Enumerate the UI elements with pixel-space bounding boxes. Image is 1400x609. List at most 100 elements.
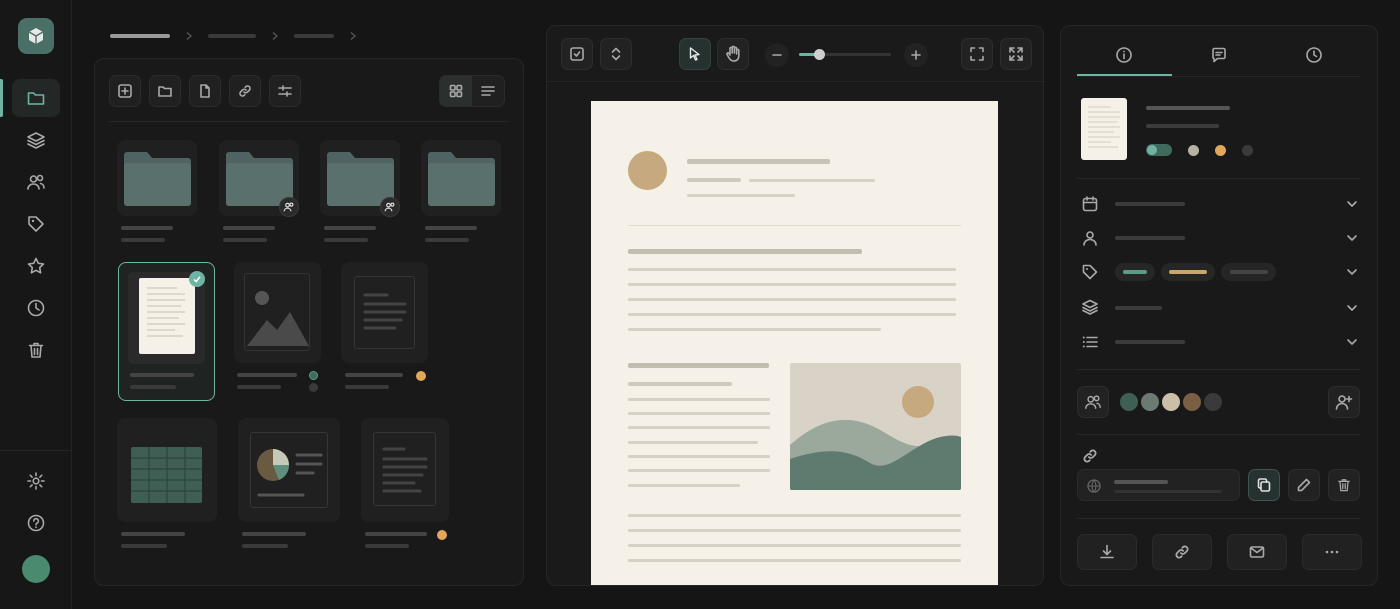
avatar[interactable] — [22, 555, 50, 583]
document-avatar — [628, 151, 667, 190]
chevron-down-icon[interactable] — [1345, 265, 1359, 279]
chevron-down-icon[interactable] — [1345, 335, 1359, 349]
collaborator-avatar[interactable] — [1139, 391, 1161, 413]
file-meta — [237, 385, 281, 389]
sidebar-item-starred[interactable] — [12, 247, 60, 285]
color-swatch[interactable] — [1188, 145, 1199, 156]
link-button[interactable] — [229, 75, 261, 107]
sidebar-item-settings[interactable] — [12, 462, 60, 500]
sliders-icon — [278, 85, 292, 97]
tag-pill-tan[interactable] — [1161, 263, 1215, 281]
file-tile[interactable] — [238, 418, 340, 522]
file-tile[interactable] — [361, 418, 449, 522]
chevron-down-icon[interactable] — [1345, 301, 1359, 315]
pan-tool-button[interactable] — [717, 38, 749, 70]
color-swatch[interactable] — [1242, 145, 1253, 156]
collection-property — [1115, 306, 1162, 310]
download-button[interactable] — [1077, 534, 1137, 570]
folder-meta — [223, 238, 267, 242]
collaborator-avatar[interactable] — [1181, 391, 1203, 413]
spreadsheet-thumbnail — [131, 447, 202, 503]
folder-tile[interactable] — [219, 140, 299, 217]
add-collaborator-button[interactable] — [1328, 386, 1360, 418]
download-icon — [1100, 544, 1114, 559]
sidebar-item-files[interactable] — [12, 79, 60, 117]
sidebar-item-help[interactable] — [12, 504, 60, 542]
sidebar-item-tags[interactable] — [12, 205, 60, 243]
tab-comments[interactable] — [1172, 36, 1267, 76]
document-thumbnail — [139, 278, 195, 354]
share-link-button[interactable] — [1152, 534, 1212, 570]
list-view-button[interactable] — [472, 76, 504, 106]
fit-page-button[interactable] — [561, 38, 593, 70]
breadcrumb-item-level-2[interactable] — [208, 34, 256, 38]
sidebar-item-layers[interactable] — [12, 121, 60, 159]
sidebar-item-trash[interactable] — [12, 331, 60, 369]
collaborators-button[interactable] — [1077, 386, 1109, 418]
file-tile[interactable] — [117, 418, 217, 522]
toolbar-divider — [109, 121, 509, 122]
tag-pill-green[interactable] — [1115, 263, 1155, 281]
document-subtitle-line — [687, 194, 795, 197]
folder-tile[interactable] — [421, 140, 501, 216]
document-page[interactable] — [591, 101, 998, 585]
tab-history[interactable] — [1266, 36, 1361, 76]
fullscreen-button[interactable] — [1000, 38, 1032, 70]
breadcrumb-item-root[interactable] — [110, 34, 170, 38]
zoom-slider[interactable] — [799, 49, 891, 60]
globe-icon — [1087, 479, 1101, 493]
sidebar-item-people[interactable] — [12, 163, 60, 201]
file-name — [345, 373, 403, 377]
file-tile[interactable] — [341, 262, 428, 363]
folder-tile[interactable] — [320, 140, 400, 217]
status-toggle[interactable] — [1146, 144, 1172, 156]
document-text-line — [628, 382, 732, 386]
cube-logo-icon[interactable] — [18, 18, 54, 54]
tag-pill-gray[interactable] — [1221, 263, 1276, 281]
delete-link-button[interactable] — [1328, 469, 1360, 501]
document-title-line — [687, 159, 830, 164]
new-folder-button[interactable] — [149, 75, 181, 107]
email-button[interactable] — [1227, 534, 1287, 570]
trash-icon — [1338, 479, 1350, 492]
document-rule — [628, 225, 961, 226]
collaborator-avatar[interactable] — [1202, 391, 1224, 413]
color-swatch[interactable] — [1215, 145, 1226, 156]
sidebar-item-recent[interactable] — [12, 289, 60, 327]
file-tile-selected[interactable] — [118, 262, 215, 401]
folder-name — [223, 226, 275, 230]
collaborator-avatar[interactable] — [1160, 391, 1182, 413]
new-file-button[interactable] — [109, 75, 141, 107]
tab-info[interactable] — [1077, 36, 1172, 76]
chevron-right-icon — [186, 31, 193, 41]
section-divider — [1077, 518, 1361, 519]
select-tool-button[interactable] — [679, 38, 711, 70]
folder-tile[interactable] — [117, 140, 197, 216]
more-options-button[interactable] — [1302, 534, 1362, 570]
chevron-down-icon[interactable] — [1345, 231, 1359, 245]
new-document-button[interactable] — [189, 75, 221, 107]
copy-link-button[interactable] — [1248, 469, 1280, 501]
more-icon — [1325, 550, 1339, 554]
view-toggle — [439, 75, 505, 107]
zoom-slider-handle[interactable] — [814, 49, 826, 60]
collaborator-avatar[interactable] — [1118, 391, 1140, 413]
breadcrumb-item-level-3[interactable] — [294, 34, 334, 38]
new-file-icon — [118, 84, 132, 98]
zoom-out-button[interactable] — [765, 43, 789, 67]
file-tile[interactable] — [234, 262, 321, 363]
zoom-in-button[interactable] — [904, 43, 928, 67]
share-link-field[interactable] — [1077, 469, 1240, 501]
file-name — [121, 532, 185, 536]
filter-button[interactable] — [269, 75, 301, 107]
list-icon — [1081, 333, 1099, 351]
grid-view-button[interactable] — [440, 76, 472, 106]
preview-toolbar — [547, 26, 1043, 82]
chevron-right-icon — [350, 31, 357, 41]
edit-link-button[interactable] — [1288, 469, 1320, 501]
fit-width-button[interactable] — [961, 38, 993, 70]
layers-icon — [1081, 298, 1099, 316]
users-icon — [27, 174, 45, 190]
chevron-down-icon[interactable] — [1345, 197, 1359, 211]
expand-button[interactable] — [600, 38, 632, 70]
